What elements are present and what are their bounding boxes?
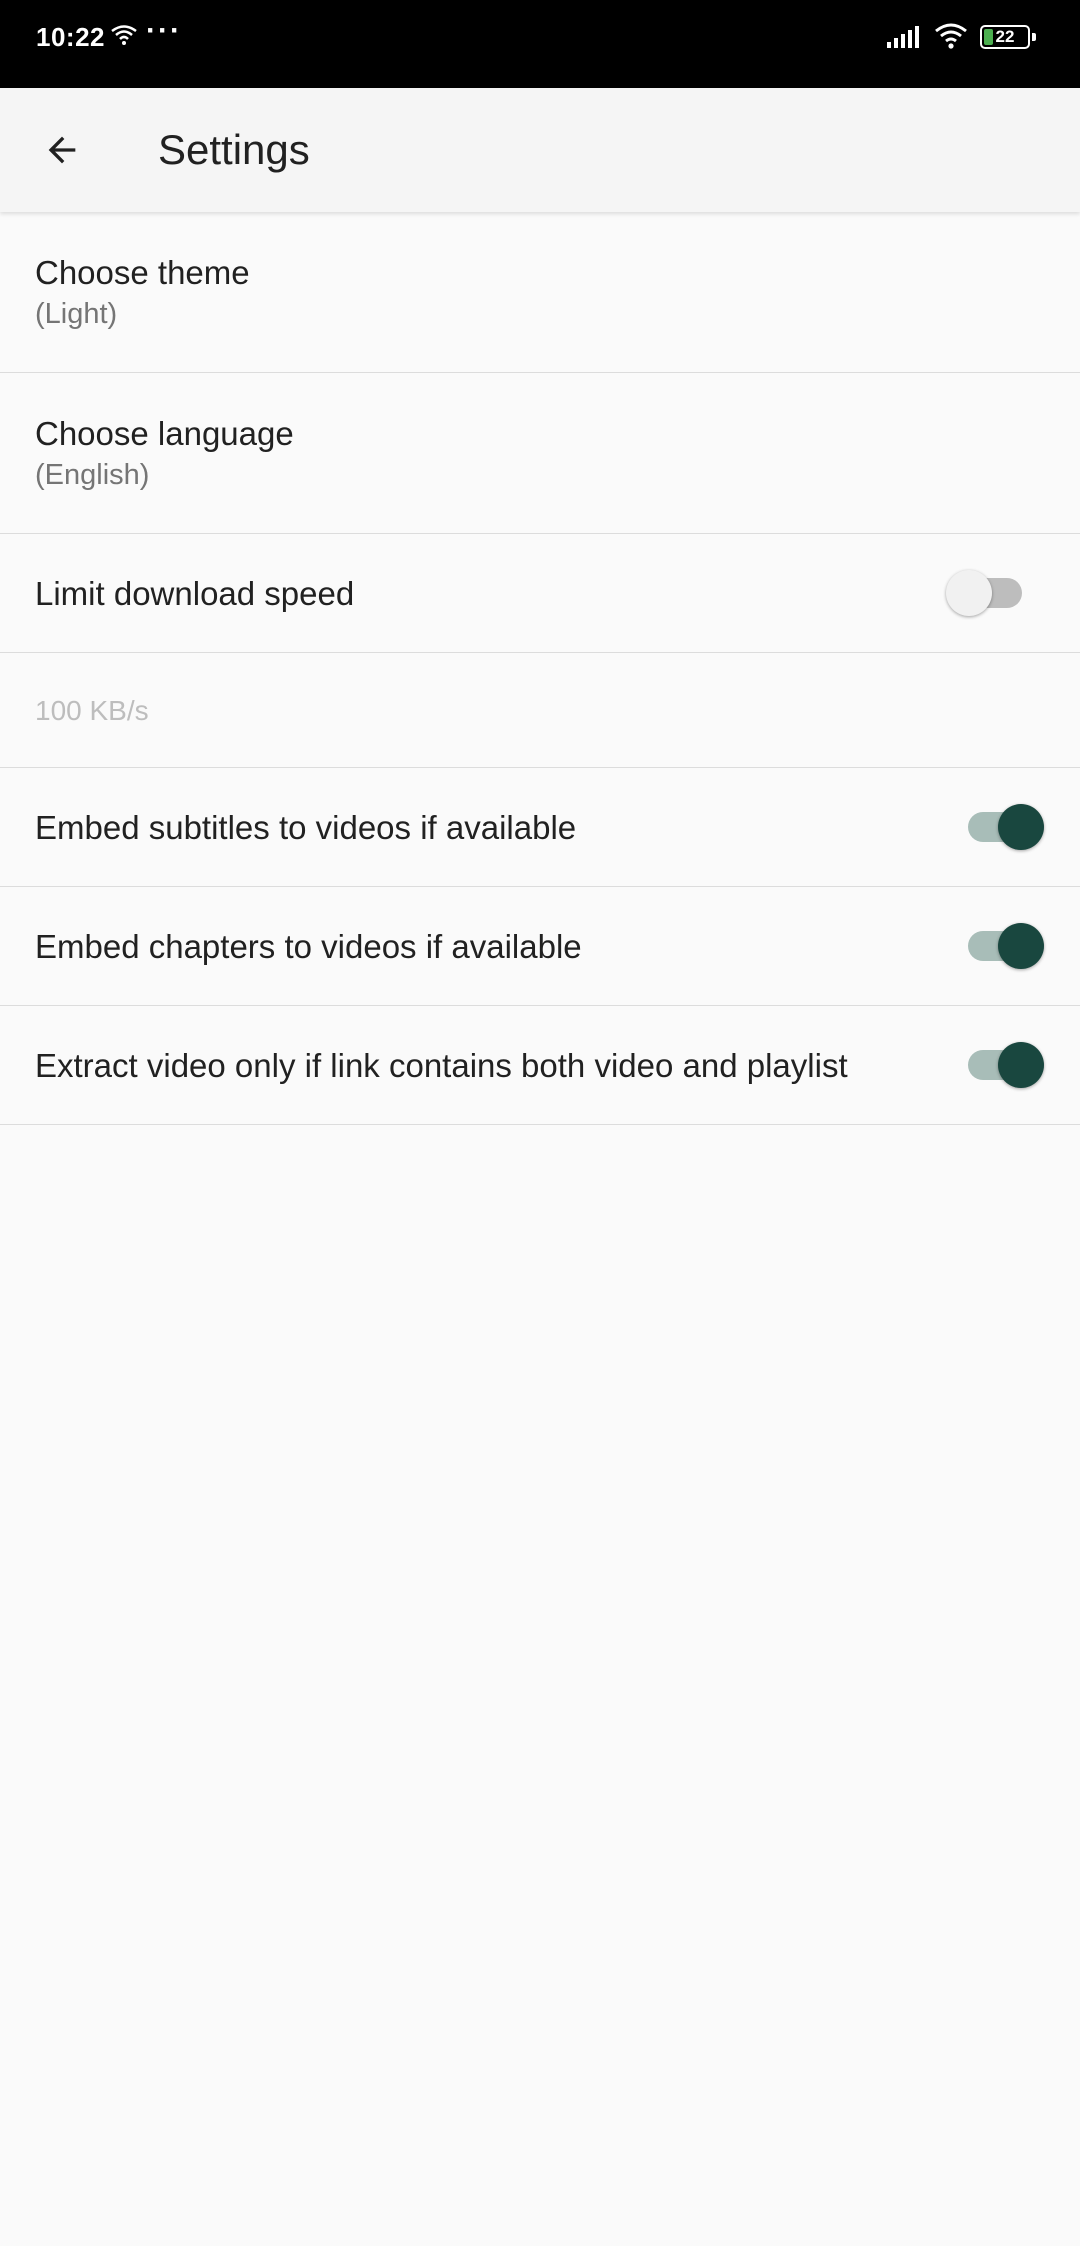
limit-download-speed-toggle[interactable]	[946, 570, 1022, 616]
settings-list: Choose theme (Light) Choose language (En…	[0, 212, 1080, 1125]
toggle-thumb	[998, 1042, 1044, 1088]
choose-theme-value: (Light)	[35, 298, 118, 330]
embed-subtitles-toggle[interactable]	[968, 804, 1044, 850]
arrow-back-icon	[48, 136, 76, 164]
battery-icon: 22	[980, 25, 1036, 49]
choose-theme-label: Choose theme	[35, 254, 250, 291]
more-notifications-icon: ···	[146, 14, 182, 47]
wifi-small-icon	[110, 24, 138, 51]
page-title: Settings	[158, 126, 310, 173]
embed-subtitles-item[interactable]: Embed subtitles to videos if available	[0, 768, 1080, 887]
extract-video-only-toggle[interactable]	[968, 1042, 1044, 1088]
download-speed-value: 100 KB/s	[35, 695, 149, 726]
embed-chapters-label: Embed chapters to videos if available	[35, 928, 582, 965]
embed-chapters-item[interactable]: Embed chapters to videos if available	[0, 887, 1080, 1006]
choose-language-item[interactable]: Choose language (English)	[0, 373, 1080, 534]
embed-chapters-toggle[interactable]	[968, 923, 1044, 969]
toggle-thumb	[998, 923, 1044, 969]
app-bar: Settings	[0, 88, 1080, 212]
back-button[interactable]	[26, 114, 98, 186]
embed-subtitles-label: Embed subtitles to videos if available	[35, 809, 577, 846]
signal-icon	[887, 24, 921, 55]
limit-download-speed-label: Limit download speed	[35, 575, 355, 612]
toggle-thumb	[946, 570, 992, 616]
limit-download-speed-item[interactable]: Limit download speed	[0, 534, 1080, 653]
download-speed-field[interactable]: 100 KB/s	[0, 653, 1080, 768]
choose-theme-item[interactable]: Choose theme (Light)	[0, 212, 1080, 373]
toggle-thumb	[998, 804, 1044, 850]
extract-video-only-label: Extract video only if link contains both…	[35, 1047, 848, 1084]
choose-language-value: (English)	[35, 459, 150, 491]
status-bar: 10:22 ··· 22	[0, 0, 1080, 88]
battery-level: 22	[995, 27, 1015, 46]
extract-video-only-item[interactable]: Extract video only if link contains both…	[0, 1006, 1080, 1125]
status-time: 10:22	[36, 22, 105, 52]
choose-language-label: Choose language	[35, 415, 294, 452]
wifi-icon	[934, 22, 968, 55]
